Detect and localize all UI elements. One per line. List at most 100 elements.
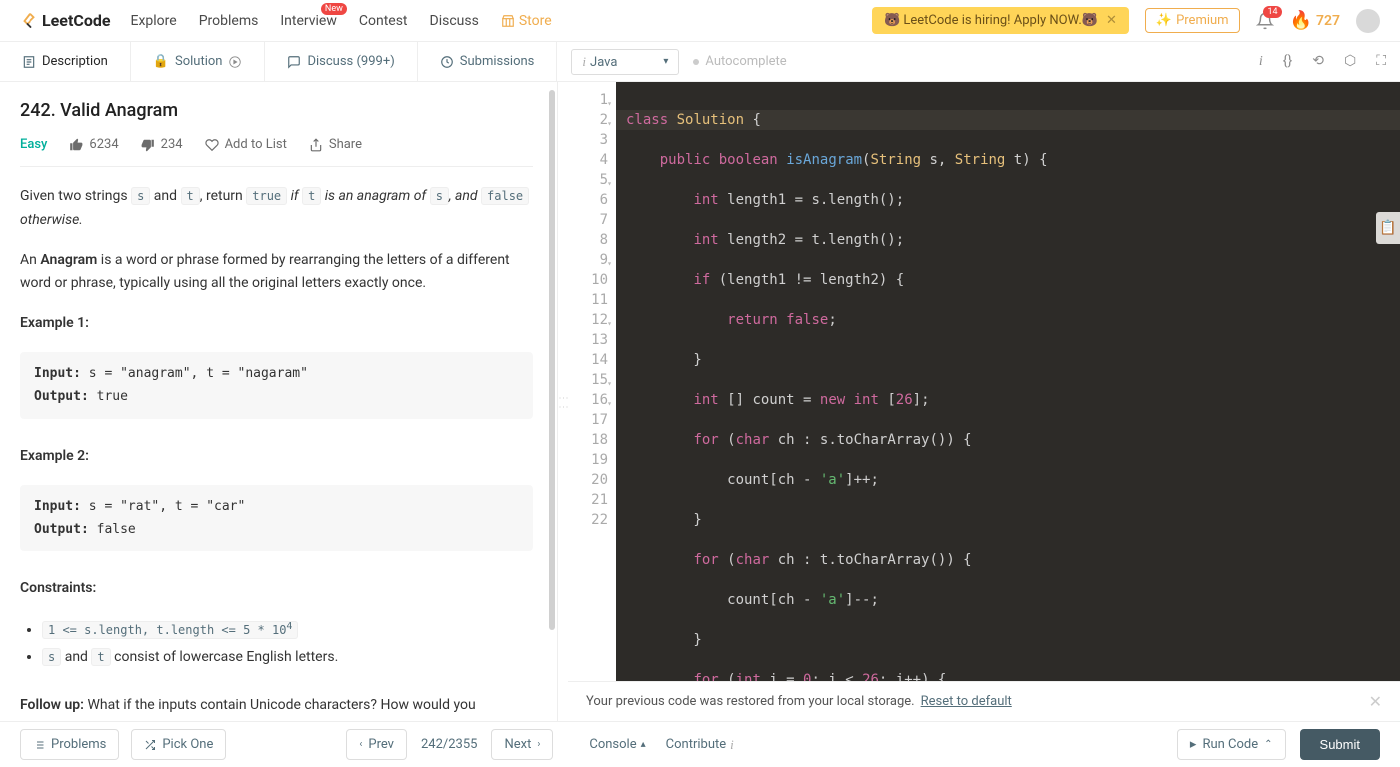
close-icon[interactable]: ✕: [1369, 692, 1382, 711]
clipboard-tab[interactable]: 📋: [1376, 212, 1400, 244]
page-indicator: 242/2355: [413, 737, 486, 752]
contribute-button[interactable]: Contribute i: [666, 737, 734, 753]
premium-button[interactable]: ✨ Premium: [1145, 8, 1240, 33]
tab-discuss[interactable]: Discuss (999+): [265, 42, 417, 81]
fire-icon: 🔥: [1290, 10, 1312, 31]
constraints-title: Constraints:: [20, 580, 96, 596]
nav-interview[interactable]: InterviewNew: [280, 13, 337, 29]
braces-icon[interactable]: {}: [1283, 53, 1292, 70]
tab-bar: Description 🔒Solution Discuss (999+) Sub…: [0, 42, 1400, 82]
chevron-right-icon: ›: [537, 739, 540, 750]
fullscreen-icon[interactable]: ⛶: [1376, 53, 1386, 70]
autocomplete-toggle[interactable]: Autocomplete: [693, 54, 786, 69]
shuffle-icon: [144, 739, 156, 751]
problem-pane: 242. Valid Anagram Easy 6234 234 Add to …: [0, 82, 558, 721]
nav-discuss[interactable]: Discuss: [430, 13, 479, 29]
code-editor[interactable]: 1▾2▾345▾6789▾101112▾131415▾16▾1718192021…: [568, 82, 1400, 681]
editor-icons: i {} ⟲ ⬡ ⛶: [1259, 53, 1386, 70]
example1-block: Input: s = "anagram", t = "nagaram" Outp…: [20, 352, 533, 419]
followup: Follow up: What if the inputs contain Un…: [20, 694, 533, 718]
constraint-2: s and t consist of lowercase English let…: [42, 644, 533, 671]
scrollbar[interactable]: [549, 90, 555, 630]
hiring-banner[interactable]: 🐻 LeetCode is hiring! Apply NOW.🐻✕: [872, 7, 1129, 34]
example1-title: Example 1:: [20, 315, 89, 331]
difficulty: Easy: [20, 137, 47, 152]
submit-button[interactable]: Submit: [1300, 729, 1380, 760]
chevron-up-icon: ⌃: [1264, 739, 1272, 750]
logo-text: LeetCode: [42, 11, 111, 30]
top-right: 🐻 LeetCode is hiring! Apply NOW.🐻✕ ✨ Pre…: [872, 7, 1380, 34]
dot-icon: [693, 59, 699, 65]
notifications-button[interactable]: 14: [1256, 12, 1274, 30]
description: Given two strings s and t, return true i…: [20, 185, 533, 718]
chevron-left-icon: ‹: [359, 739, 362, 750]
editor-bar: iJava▾ Autocomplete i {} ⟲ ⬡ ⛶: [557, 42, 1400, 81]
info-icon: i: [730, 737, 734, 753]
clock-icon: [440, 55, 454, 69]
editor-pane: 1▾2▾345▾6789▾101112▾131415▾16▾1718192021…: [568, 82, 1400, 721]
line-gutter: 1▾2▾345▾6789▾101112▾131415▾16▾1718192021…: [568, 82, 616, 681]
example2-block: Input: s = "rat", t = "car" Output: fals…: [20, 485, 533, 552]
code-content[interactable]: class Solution { public boolean isAnagra…: [616, 82, 1400, 681]
add-to-list-button[interactable]: Add to List: [205, 137, 287, 152]
next-button[interactable]: Next›: [491, 729, 553, 760]
drag-handle[interactable]: ⋮⋮: [558, 82, 568, 721]
run-code-button[interactable]: ▸ Run Code ⌃: [1177, 729, 1286, 760]
hiring-close-icon[interactable]: ✕: [1106, 13, 1117, 28]
nav-links: Explore Problems InterviewNew Contest Di…: [131, 13, 552, 29]
restore-bar: Your previous code was restored from you…: [568, 681, 1400, 721]
problem-meta: Easy 6234 234 Add to List Share: [20, 137, 533, 167]
prev-button[interactable]: ‹Prev: [346, 729, 407, 760]
problem-tabs: Description 🔒Solution Discuss (999+) Sub…: [0, 42, 557, 81]
avatar[interactable]: [1356, 9, 1380, 33]
pick-one-button[interactable]: Pick One: [131, 729, 226, 760]
dislike-button[interactable]: 234: [141, 137, 183, 152]
thumbs-up-icon: [69, 138, 83, 152]
nav-store[interactable]: Store: [501, 13, 552, 29]
nav-contest[interactable]: Contest: [359, 13, 408, 29]
top-nav: LeetCode Explore Problems InterviewNew C…: [0, 0, 1400, 42]
language-select[interactable]: iJava▾: [571, 49, 679, 75]
bottom-left: Problems Pick One: [20, 729, 226, 760]
reset-link[interactable]: Reset to default: [921, 694, 1012, 709]
example2-title: Example 2:: [20, 448, 89, 464]
problems-button[interactable]: Problems: [20, 729, 119, 760]
restore-text: Your previous code was restored from you…: [586, 694, 915, 709]
lock-icon: 🔒: [153, 54, 169, 69]
leetcode-logo-icon: [20, 12, 38, 30]
tab-description[interactable]: Description: [0, 42, 131, 81]
nav-problems[interactable]: Problems: [199, 13, 259, 29]
notif-count: 14: [1263, 6, 1281, 18]
bottom-bar: Problems Pick One ‹Prev 242/2355 Next› C…: [0, 721, 1400, 767]
console-button[interactable]: Console ▴: [589, 737, 645, 753]
thumbs-down-icon: [141, 138, 155, 152]
store-icon: [501, 14, 515, 28]
settings-icon[interactable]: ⬡: [1344, 53, 1356, 70]
share-icon: [309, 138, 323, 152]
heart-icon: [205, 138, 219, 152]
logo[interactable]: LeetCode: [20, 11, 111, 30]
description-icon: [22, 55, 36, 69]
problem-title: 242. Valid Anagram: [20, 100, 533, 121]
main: 242. Valid Anagram Easy 6234 234 Add to …: [0, 82, 1400, 721]
chevron-down-icon: ▾: [663, 56, 668, 67]
constraints-list: 1 <= s.length, t.length <= 5 * 104 s and…: [42, 617, 533, 670]
tab-solution[interactable]: 🔒Solution: [131, 42, 266, 81]
like-button[interactable]: 6234: [69, 137, 118, 152]
reset-icon[interactable]: ⟲: [1312, 53, 1324, 70]
streak[interactable]: 🔥727: [1290, 10, 1340, 31]
bottom-mid: Console ▴ Contribute i: [589, 737, 733, 753]
share-button[interactable]: Share: [309, 137, 362, 152]
nav-group: ‹Prev 242/2355 Next›: [346, 729, 553, 760]
bottom-right: ▸ Run Code ⌃ Submit: [1177, 729, 1380, 760]
tab-submissions[interactable]: Submissions: [418, 42, 558, 81]
desc-para2: An Anagram is a word or phrase formed by…: [20, 249, 533, 297]
new-badge: New: [321, 3, 347, 15]
chevron-up-icon: ▴: [641, 739, 646, 750]
play-circle-icon: [228, 55, 242, 69]
list-icon: [33, 739, 45, 751]
info-icon[interactable]: i: [1259, 53, 1263, 70]
constraint-1: 1 <= s.length, t.length <= 5 * 104: [42, 617, 533, 644]
desc-para1: Given two strings s and t, return true i…: [20, 185, 533, 233]
nav-explore[interactable]: Explore: [131, 13, 177, 29]
